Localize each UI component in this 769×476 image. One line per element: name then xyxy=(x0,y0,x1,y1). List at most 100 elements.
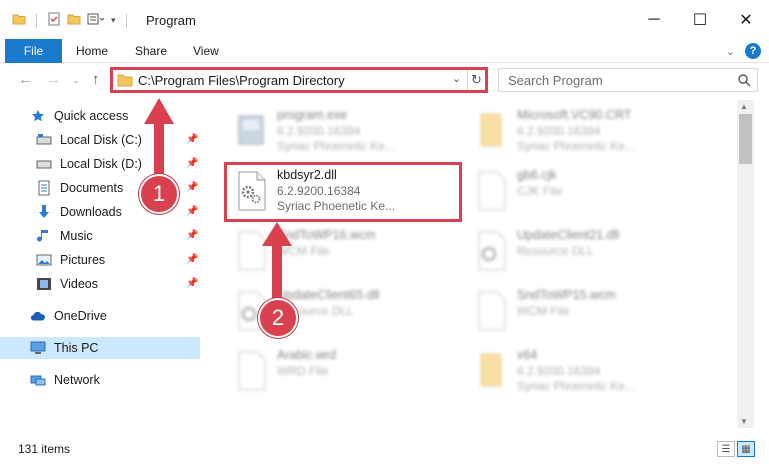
music-icon xyxy=(36,228,52,244)
sidebar-item-onedrive[interactable]: OneDrive xyxy=(30,305,107,327)
pin-icon[interactable]: 📌 xyxy=(186,230,198,241)
search-icon[interactable] xyxy=(737,73,751,90)
pictures-icon xyxy=(36,252,52,268)
step-badge-2: 2 xyxy=(258,298,298,338)
file-name: Arabic.wrd xyxy=(277,348,337,362)
sidebar-item-label: Downloads xyxy=(60,205,122,219)
close-button[interactable]: ✕ xyxy=(723,0,769,40)
view-options-icon[interactable] xyxy=(87,12,105,29)
tab-file[interactable]: File xyxy=(5,39,62,63)
navigation-bar: ← → ⌄ ↑ C:\Program Files\Program Directo… xyxy=(0,63,769,97)
expand-ribbon-icon[interactable]: ⌄ xyxy=(726,45,735,58)
scroll-up-icon[interactable]: ▲ xyxy=(740,102,748,111)
search-input[interactable]: Search Program xyxy=(498,68,758,92)
documents-icon xyxy=(36,180,52,196)
file-description: Syriac Phoenetic Ke... xyxy=(517,139,636,153)
scroll-down-icon[interactable]: ▼ xyxy=(740,417,748,426)
status-bar: 131 items ☰ ▦ xyxy=(0,437,769,461)
sidebar-item-label: Quick access xyxy=(54,109,129,123)
file-item[interactable]: SndToWP16.wcm WCM File xyxy=(227,224,457,276)
address-path[interactable]: C:\Program Files\Program Directory xyxy=(138,73,345,88)
tab-view[interactable]: View xyxy=(193,44,219,58)
tiles-view-icon[interactable]: ▦ xyxy=(737,441,755,457)
sidebar-item-local-disk-c[interactable]: Local Disk (C:) xyxy=(36,129,142,151)
pin-icon[interactable]: 📌 xyxy=(186,278,198,289)
help-icon[interactable]: ? xyxy=(745,43,761,59)
refresh-icon[interactable]: ↻ xyxy=(467,70,485,90)
folder-icon xyxy=(473,110,509,152)
recent-locations-icon[interactable]: ⌄ xyxy=(72,75,80,86)
file-type: WCM File xyxy=(517,304,570,318)
file-item[interactable]: program.exe 6.2.9200.16384 Syriac Phoene… xyxy=(227,104,457,156)
ribbon: File Home Share View ⌄ ? xyxy=(0,39,769,63)
cloud-icon xyxy=(30,308,46,324)
file-name: UpdateClient21.dll xyxy=(517,228,620,242)
file-icon xyxy=(233,350,269,392)
sidebar-item-videos[interactable]: Videos xyxy=(36,273,98,295)
sidebar-item-label: Documents xyxy=(60,181,124,195)
sidebar-item-network[interactable]: Network xyxy=(30,369,100,391)
file-name: x64 xyxy=(517,348,538,362)
sidebar-item-pictures[interactable]: Pictures xyxy=(36,249,105,271)
scroll-thumb[interactable] xyxy=(739,114,752,164)
vertical-scrollbar[interactable]: ▲ ▼ xyxy=(737,100,754,428)
dll-file-icon xyxy=(473,230,509,272)
sidebar-item-music[interactable]: Music xyxy=(36,225,93,247)
file-version: 6.2.9200.16384 xyxy=(517,124,601,138)
file-type: Resource DLL xyxy=(517,244,594,258)
sidebar-item-local-disk-d[interactable]: Local Disk (D:) xyxy=(36,153,142,175)
chevron-down-icon[interactable]: ⌄ xyxy=(452,72,461,85)
minimize-button[interactable]: ─ xyxy=(631,0,677,40)
forward-arrow-icon[interactable]: → xyxy=(46,71,61,88)
file-icon xyxy=(473,170,509,212)
sidebar-item-this-pc[interactable]: This PC xyxy=(30,337,98,359)
file-item[interactable]: SndToWP15.wcm WCM File xyxy=(467,284,697,336)
folder-icon xyxy=(473,350,509,392)
pin-icon[interactable]: 📌 xyxy=(186,134,198,145)
details-view-icon[interactable]: ☰ xyxy=(717,441,735,457)
file-name: UpdateClient65.dll xyxy=(277,288,380,302)
file-name: SndToWP16.wcm xyxy=(277,228,376,242)
file-description: Syriac Phoenetic Ke... xyxy=(517,379,636,393)
sidebar-item-documents[interactable]: Documents xyxy=(36,177,123,199)
window-title: Program xyxy=(146,13,196,28)
file-item[interactable]: Microsoft.VC90.CRT 6.2.9200.16384 Syriac… xyxy=(467,104,697,156)
tab-home[interactable]: Home xyxy=(76,44,108,58)
file-highlight-box xyxy=(224,162,462,222)
pin-icon[interactable]: 📌 xyxy=(186,158,198,169)
sidebar-item-label: Network xyxy=(54,373,100,387)
file-item[interactable]: Arabic.wrd WRD File xyxy=(227,344,457,396)
tab-share[interactable]: Share xyxy=(135,44,167,58)
computer-icon xyxy=(30,340,46,356)
file-item[interactable]: UpdateClient21.dll Resource DLL xyxy=(467,224,697,276)
toolbar-separator xyxy=(125,13,127,28)
back-arrow-icon[interactable]: ← xyxy=(18,71,33,88)
up-arrow-icon[interactable]: ↑ xyxy=(92,71,100,88)
properties-icon[interactable] xyxy=(47,12,61,29)
star-icon xyxy=(30,108,46,124)
file-icon xyxy=(233,230,269,272)
pin-icon[interactable]: 📌 xyxy=(186,206,198,217)
sidebar-item-quick-access[interactable]: Quick access xyxy=(30,105,128,127)
maximize-button[interactable]: ☐ xyxy=(677,0,723,40)
toolbar-separator xyxy=(36,13,37,28)
pin-icon[interactable]: 📌 xyxy=(186,182,198,193)
window-bottom-edge xyxy=(0,461,769,476)
sidebar-item-downloads[interactable]: Downloads xyxy=(36,201,122,223)
title-bar: ▾ Program ─ ☐ ✕ xyxy=(0,0,769,40)
step-badge-1: 1 xyxy=(139,174,179,214)
drive-icon xyxy=(36,132,52,148)
customize-toolbar-icon[interactable]: ▾ xyxy=(111,15,116,26)
exe-file-icon xyxy=(233,110,269,152)
file-item[interactable]: x64 6.2.9200.16384 Syriac Phoenetic Ke..… xyxy=(467,344,697,396)
file-type: WRD File xyxy=(277,364,329,378)
sidebar-item-label: Local Disk (D:) xyxy=(60,157,142,171)
sidebar-item-label: Local Disk (C:) xyxy=(60,133,142,147)
file-version: 6.2.9200.16384 xyxy=(517,364,601,378)
file-item[interactable]: gb6.cjk CJK File xyxy=(467,164,697,216)
new-folder-icon[interactable] xyxy=(67,12,81,29)
pin-icon[interactable]: 📌 xyxy=(186,254,198,265)
navigation-pane: Quick access Local Disk (C:) 📌 Local Dis… xyxy=(0,100,200,420)
address-bar[interactable]: C:\Program Files\Program Directory ⌄ ↻ xyxy=(110,67,488,93)
file-name: SndToWP15.wcm xyxy=(517,288,616,302)
